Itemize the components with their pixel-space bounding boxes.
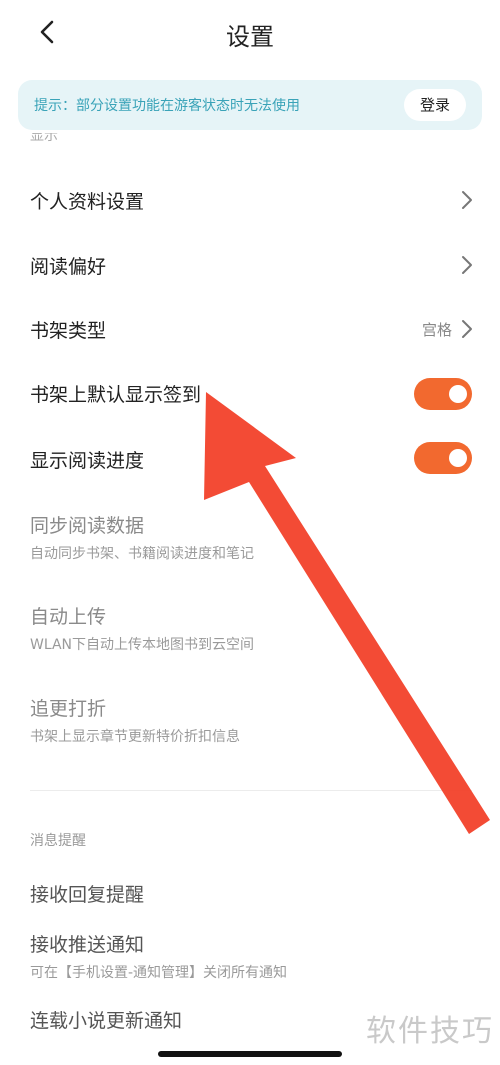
- toggle-knob: [449, 385, 467, 403]
- section-label-messages: 消息提醒: [30, 833, 86, 849]
- chevron-right-icon: [462, 320, 472, 338]
- header-bar: 设置: [0, 0, 500, 70]
- notice-text: 提示：部分设置功能在游客状态时无法使用: [34, 98, 300, 114]
- reading-progress-toggle[interactable]: [414, 442, 472, 474]
- guest-notice-banner: 提示：部分设置功能在游客状态时无法使用 登录: [18, 80, 482, 130]
- push-notification-row[interactable]: 接收推送通知 可在【手机设置-通知管理】关闭所有通知: [0, 922, 500, 992]
- row-label: 个人资料设置: [30, 191, 145, 213]
- chevron-right-icon: [462, 256, 472, 274]
- row-label: 自动上传: [30, 606, 107, 628]
- row-label: 同步阅读数据: [30, 515, 145, 537]
- row-subtitle: WLAN下自动上传本地图书到云空间: [30, 637, 255, 653]
- row-subtitle: 书架上显示章节更新特价折扣信息: [30, 729, 240, 745]
- section-divider: [30, 790, 472, 791]
- row-subtitle: 自动同步书架、书籍阅读进度和笔记: [30, 546, 254, 562]
- row-label: 接收回复提醒: [30, 884, 145, 906]
- section-label-display: 显示: [30, 133, 58, 144]
- watermark-text: 软件技巧: [366, 1014, 494, 1049]
- auto-upload-row: 自动上传 WLAN下自动上传本地图书到云空间: [0, 592, 500, 667]
- row-label: 接收推送通知: [30, 934, 145, 956]
- row-subtitle: 可在【手机设置-通知管理】关闭所有通知: [30, 965, 288, 981]
- row-label: 阅读偏好: [30, 256, 107, 278]
- page-title: 设置: [226, 23, 274, 51]
- row-label: 显示阅读进度: [30, 450, 145, 472]
- row-label: 书架上默认显示签到: [30, 384, 202, 406]
- default-checkin-row: 书架上默认显示签到: [0, 363, 500, 423]
- reply-reminder-row[interactable]: 接收回复提醒: [0, 868, 500, 918]
- toggle-knob: [449, 449, 467, 467]
- update-discount-row: 追更打折 书架上显示章节更新特价折扣信息: [0, 684, 500, 759]
- reading-preference-row[interactable]: 阅读偏好: [0, 235, 500, 295]
- row-label: 追更打折: [30, 698, 107, 720]
- login-button[interactable]: 登录: [404, 89, 466, 121]
- bookshelf-type-value: 宫格: [421, 321, 452, 339]
- reading-progress-row: 显示阅读进度: [0, 428, 500, 488]
- checkin-toggle[interactable]: [414, 378, 472, 410]
- row-label: 书架类型: [30, 320, 107, 342]
- row-label: 连载小说更新通知: [30, 1010, 183, 1032]
- sync-reading-data-row: 同步阅读数据 自动同步书架、书籍阅读进度和笔记: [0, 500, 500, 575]
- chevron-right-icon: [462, 191, 472, 209]
- profile-settings-row[interactable]: 个人资料设置: [0, 170, 500, 230]
- bookshelf-type-row[interactable]: 书架类型 宫格: [0, 298, 500, 358]
- home-indicator[interactable]: [158, 1051, 342, 1057]
